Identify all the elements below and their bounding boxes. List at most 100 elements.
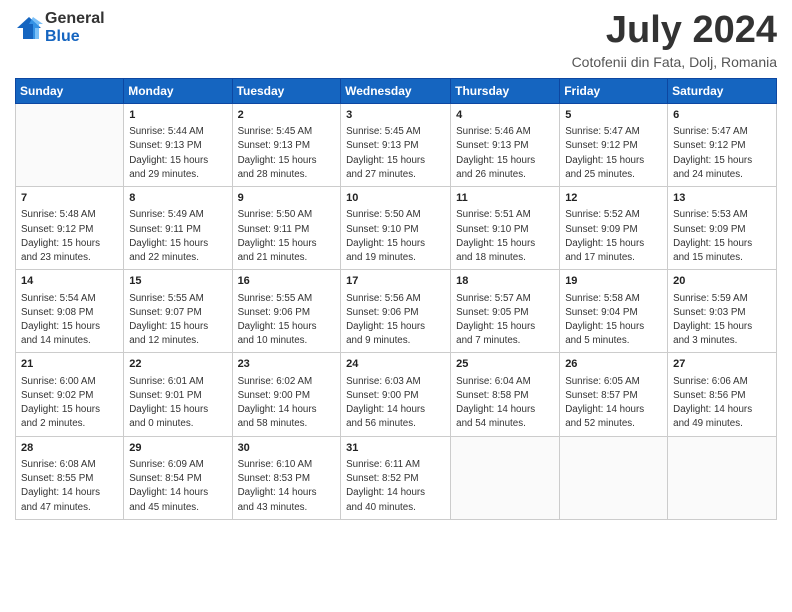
day-info: Sunrise: 5:52 AM Sunset: 9:09 PM Dayligh… (565, 208, 662, 265)
day-number: 24 (346, 357, 445, 372)
day-info: Sunrise: 5:47 AM Sunset: 9:12 PM Dayligh… (565, 125, 662, 182)
day-info: Sunrise: 6:00 AM Sunset: 9:02 PM Dayligh… (21, 375, 118, 432)
day-info: Sunrise: 6:02 AM Sunset: 9:00 PM Dayligh… (238, 375, 336, 432)
day-info: Sunrise: 6:05 AM Sunset: 8:57 PM Dayligh… (565, 375, 662, 432)
calendar-cell: 25 Sunrise: 6:04 AM Sunset: 8:58 PM Dayli… (451, 353, 560, 436)
title-block: July 2024 Cotofenii din Fata, Dolj, Roma… (572, 10, 777, 70)
calendar: SundayMondayTuesdayWednesdayThursdayFrid… (15, 78, 777, 520)
calendar-cell: 22 Sunrise: 6:01 AM Sunset: 9:01 PM Dayli… (124, 353, 232, 436)
calendar-cell: 6 Sunrise: 5:47 AM Sunset: 9:12 PM Daylig… (668, 103, 777, 186)
calendar-cell: 5 Sunrise: 5:47 AM Sunset: 9:12 PM Daylig… (560, 103, 668, 186)
day-info: Sunrise: 5:47 AM Sunset: 9:12 PM Dayligh… (673, 125, 771, 182)
calendar-week-row: 7 Sunrise: 5:48 AM Sunset: 9:12 PM Daylig… (16, 187, 777, 270)
calendar-week-row: 21 Sunrise: 6:00 AM Sunset: 9:02 PM Dayli… (16, 353, 777, 436)
day-number: 8 (129, 191, 226, 206)
calendar-cell: 4Sunrise: 5:46 AM Sunset: 9:13 PM Daylig… (451, 103, 560, 186)
calendar-cell: 27 Sunrise: 6:06 AM Sunset: 8:56 PM Dayli… (668, 353, 777, 436)
day-info: Sunrise: 5:45 AM Sunset: 9:13 PM Dayligh… (346, 125, 445, 182)
day-info: Sunrise: 5:58 AM Sunset: 9:04 PM Dayligh… (565, 292, 662, 349)
day-number: 13 (673, 191, 771, 206)
day-number: 29 (129, 441, 226, 456)
day-info: Sunrise: 6:08 AM Sunset: 8:55 PM Dayligh… (21, 458, 118, 515)
calendar-header-row: SundayMondayTuesdayWednesdayThursdayFrid… (16, 78, 777, 103)
day-number: 10 (346, 191, 445, 206)
title-location: Cotofenii din Fata, Dolj, Romania (572, 54, 777, 70)
calendar-week-row: 28Sunrise: 6:08 AM Sunset: 8:55 PM Dayli… (16, 436, 777, 519)
day-info: Sunrise: 5:59 AM Sunset: 9:03 PM Dayligh… (673, 292, 771, 349)
day-number: 7 (21, 191, 118, 206)
calendar-cell (451, 436, 560, 519)
day-info: Sunrise: 5:51 AM Sunset: 9:10 PM Dayligh… (456, 208, 554, 265)
logo-blue: Blue (45, 28, 80, 45)
calendar-cell: 30Sunrise: 6:10 AM Sunset: 8:53 PM Dayli… (232, 436, 341, 519)
calendar-cell: 29Sunrise: 6:09 AM Sunset: 8:54 PM Dayli… (124, 436, 232, 519)
calendar-cell: 18 Sunrise: 5:57 AM Sunset: 9:05 PM Dayli… (451, 270, 560, 353)
calendar-cell: 3Sunrise: 5:45 AM Sunset: 9:13 PM Daylig… (341, 103, 451, 186)
day-number: 25 (456, 357, 554, 372)
calendar-cell: 24 Sunrise: 6:03 AM Sunset: 9:00 PM Dayli… (341, 353, 451, 436)
day-info: Sunrise: 5:46 AM Sunset: 9:13 PM Dayligh… (456, 125, 554, 182)
calendar-cell: 1Sunrise: 5:44 AM Sunset: 9:13 PM Daylig… (124, 103, 232, 186)
day-info: Sunrise: 5:54 AM Sunset: 9:08 PM Dayligh… (21, 292, 118, 349)
calendar-cell: 14 Sunrise: 5:54 AM Sunset: 9:08 PM Dayli… (16, 270, 124, 353)
day-number: 15 (129, 274, 226, 289)
weekday-header: Tuesday (232, 78, 341, 103)
calendar-cell (668, 436, 777, 519)
calendar-cell: 2Sunrise: 5:45 AM Sunset: 9:13 PM Daylig… (232, 103, 341, 186)
logo-general: General (45, 10, 105, 27)
day-number: 11 (456, 191, 554, 206)
day-number: 5 (565, 108, 662, 123)
calendar-cell (560, 436, 668, 519)
day-info: Sunrise: 6:04 AM Sunset: 8:58 PM Dayligh… (456, 375, 554, 432)
weekday-header: Thursday (451, 78, 560, 103)
day-number: 6 (673, 108, 771, 123)
page: General Blue July 2024 Cotofenii din Fat… (0, 0, 792, 612)
header: General Blue July 2024 Cotofenii din Fat… (15, 10, 777, 70)
day-info: Sunrise: 6:06 AM Sunset: 8:56 PM Dayligh… (673, 375, 771, 432)
day-number: 18 (456, 274, 554, 289)
day-number: 27 (673, 357, 771, 372)
day-number: 14 (21, 274, 118, 289)
day-info: Sunrise: 6:11 AM Sunset: 8:52 PM Dayligh… (346, 458, 445, 515)
day-number: 9 (238, 191, 336, 206)
day-info: Sunrise: 5:48 AM Sunset: 9:12 PM Dayligh… (21, 208, 118, 265)
day-number: 31 (346, 441, 445, 456)
day-number: 30 (238, 441, 336, 456)
weekday-header: Friday (560, 78, 668, 103)
calendar-cell: 9Sunrise: 5:50 AM Sunset: 9:11 PM Daylig… (232, 187, 341, 270)
calendar-cell: 16 Sunrise: 5:55 AM Sunset: 9:06 PM Dayli… (232, 270, 341, 353)
day-number: 12 (565, 191, 662, 206)
calendar-cell: 15 Sunrise: 5:55 AM Sunset: 9:07 PM Dayli… (124, 270, 232, 353)
day-info: Sunrise: 5:57 AM Sunset: 9:05 PM Dayligh… (456, 292, 554, 349)
day-number: 17 (346, 274, 445, 289)
day-number: 21 (21, 357, 118, 372)
day-number: 22 (129, 357, 226, 372)
calendar-cell (16, 103, 124, 186)
day-info: Sunrise: 6:01 AM Sunset: 9:01 PM Dayligh… (129, 375, 226, 432)
calendar-cell: 8Sunrise: 5:49 AM Sunset: 9:11 PM Daylig… (124, 187, 232, 270)
day-info: Sunrise: 5:56 AM Sunset: 9:06 PM Dayligh… (346, 292, 445, 349)
day-info: Sunrise: 5:53 AM Sunset: 9:09 PM Dayligh… (673, 208, 771, 265)
calendar-cell: 26 Sunrise: 6:05 AM Sunset: 8:57 PM Dayli… (560, 353, 668, 436)
logo-text: General Blue (45, 10, 105, 45)
calendar-cell: 31 Sunrise: 6:11 AM Sunset: 8:52 PM Dayli… (341, 436, 451, 519)
day-info: Sunrise: 5:55 AM Sunset: 9:07 PM Dayligh… (129, 292, 226, 349)
calendar-cell: 13 Sunrise: 5:53 AM Sunset: 9:09 PM Dayli… (668, 187, 777, 270)
day-info: Sunrise: 5:55 AM Sunset: 9:06 PM Dayligh… (238, 292, 336, 349)
weekday-header: Sunday (16, 78, 124, 103)
day-info: Sunrise: 5:50 AM Sunset: 9:10 PM Dayligh… (346, 208, 445, 265)
weekday-header: Wednesday (341, 78, 451, 103)
weekday-header: Monday (124, 78, 232, 103)
title-month: July 2024 (572, 10, 777, 52)
day-number: 1 (129, 108, 226, 123)
day-number: 20 (673, 274, 771, 289)
day-info: Sunrise: 6:03 AM Sunset: 9:00 PM Dayligh… (346, 375, 445, 432)
calendar-cell: 11 Sunrise: 5:51 AM Sunset: 9:10 PM Dayli… (451, 187, 560, 270)
day-number: 26 (565, 357, 662, 372)
calendar-cell: 12 Sunrise: 5:52 AM Sunset: 9:09 PM Dayli… (560, 187, 668, 270)
calendar-cell: 10 Sunrise: 5:50 AM Sunset: 9:10 PM Dayli… (341, 187, 451, 270)
day-number: 16 (238, 274, 336, 289)
calendar-week-row: 1Sunrise: 5:44 AM Sunset: 9:13 PM Daylig… (16, 103, 777, 186)
calendar-cell: 17 Sunrise: 5:56 AM Sunset: 9:06 PM Dayli… (341, 270, 451, 353)
calendar-cell: 19Sunrise: 5:58 AM Sunset: 9:04 PM Dayli… (560, 270, 668, 353)
